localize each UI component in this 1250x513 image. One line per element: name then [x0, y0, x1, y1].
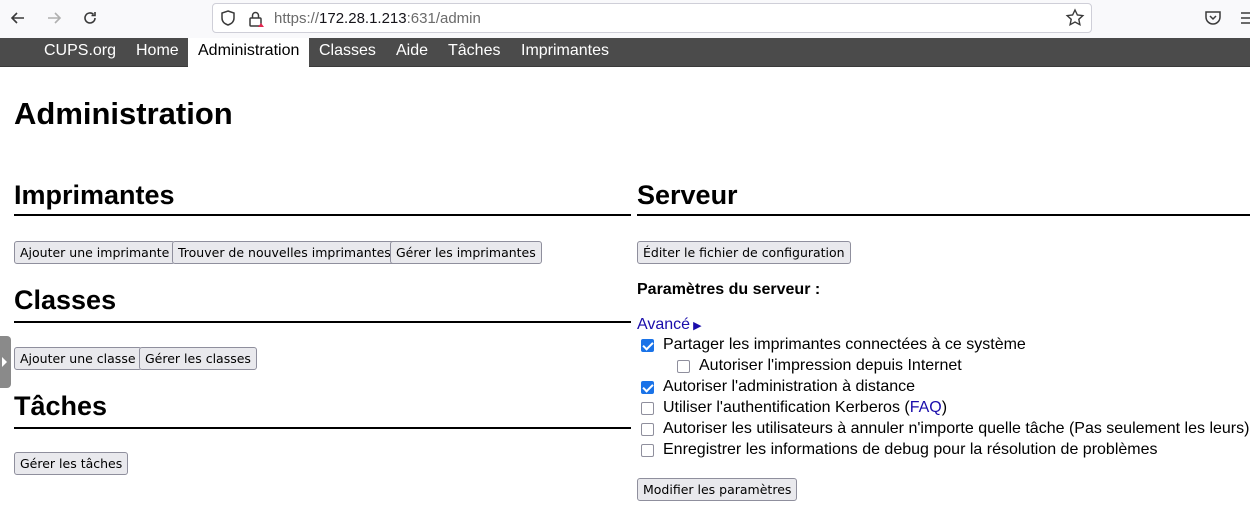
jobs-heading: Tâches	[14, 391, 108, 421]
nav-classes[interactable]: Classes	[309, 38, 386, 67]
back-icon[interactable]	[6, 7, 30, 29]
server-divider	[637, 214, 1250, 216]
faq-link[interactable]: FAQ	[910, 398, 942, 418]
hamburger-menu-icon[interactable]	[1240, 10, 1250, 26]
nav-aide[interactable]: Aide	[386, 38, 438, 67]
allow-internet-printing-checkbox[interactable]	[677, 359, 690, 373]
option-cancel-any-job: Autoriser les utilisateurs à annuler n'i…	[641, 419, 1249, 439]
share-printers-checkbox[interactable]	[641, 338, 654, 352]
add-class-button[interactable]: Ajouter une classe	[14, 347, 142, 370]
nav-cups-org[interactable]: CUPS.org	[34, 38, 126, 67]
lock-warning-icon[interactable]	[247, 10, 265, 28]
add-printer-button[interactable]: Ajouter une imprimante	[14, 241, 176, 264]
cancel-any-job-checkbox[interactable]	[641, 422, 654, 436]
cups-navbar: CUPS.org Home Administration Classes Aid…	[0, 38, 1250, 67]
manage-printers-button[interactable]: Gérer les imprimantes	[390, 241, 542, 264]
edit-config-button[interactable]: Éditer le fichier de configuration	[637, 241, 851, 264]
modify-settings-button[interactable]: Modifier les paramètres	[637, 478, 798, 501]
debug-logging-checkbox[interactable]	[641, 443, 654, 457]
server-settings-label: Paramètres du serveur :	[637, 281, 821, 298]
pocket-icon[interactable]	[1204, 9, 1222, 27]
url-text: https://172.28.1.213:631/admin	[274, 10, 481, 27]
sidebar-toggle-handle[interactable]	[0, 336, 11, 388]
option-remote-admin: Autoriser l'administration à distance	[641, 377, 915, 397]
server-heading: Serveur	[637, 180, 738, 210]
option-kerberos: Utiliser l'authentification Kerberos (FA…	[641, 398, 947, 418]
expand-arrow-icon: ▶	[693, 320, 702, 332]
reload-icon[interactable]	[78, 7, 102, 29]
manage-classes-button[interactable]: Gérer les classes	[139, 347, 257, 370]
option-allow-internet-printing: Autoriser l'impression depuis Internet	[677, 356, 962, 376]
kerberos-checkbox[interactable]	[641, 401, 654, 415]
jobs-divider	[14, 427, 631, 429]
nav-taches[interactable]: Tâches	[438, 38, 510, 67]
forward-icon[interactable]	[42, 7, 66, 29]
page-title: Administration	[14, 96, 233, 131]
nav-home[interactable]: Home	[126, 38, 189, 67]
classes-divider	[14, 321, 631, 323]
bookmark-star-icon[interactable]	[1065, 8, 1085, 28]
option-share-printers: Partager les imprimantes connectées à ce…	[641, 335, 1026, 355]
nav-imprimantes[interactable]: Imprimantes	[511, 38, 619, 67]
classes-heading: Classes	[14, 285, 117, 315]
remote-admin-checkbox[interactable]	[641, 380, 654, 394]
nav-administration[interactable]: Administration	[188, 38, 310, 67]
find-new-printers-button[interactable]: Trouver de nouvelles imprimantes	[172, 241, 397, 264]
printers-heading: Imprimantes	[14, 180, 175, 210]
advanced-link[interactable]: Avancé ▶	[637, 316, 702, 334]
browser-toolbar: https://172.28.1.213:631/admin	[0, 0, 1250, 38]
address-bar[interactable]: https://172.28.1.213:631/admin	[212, 3, 1092, 33]
printers-divider	[14, 214, 631, 216]
shield-icon[interactable]	[219, 9, 237, 27]
manage-jobs-button[interactable]: Gérer les tâches	[14, 452, 129, 475]
option-debug-logging: Enregistrer les informations de debug po…	[641, 440, 1158, 460]
